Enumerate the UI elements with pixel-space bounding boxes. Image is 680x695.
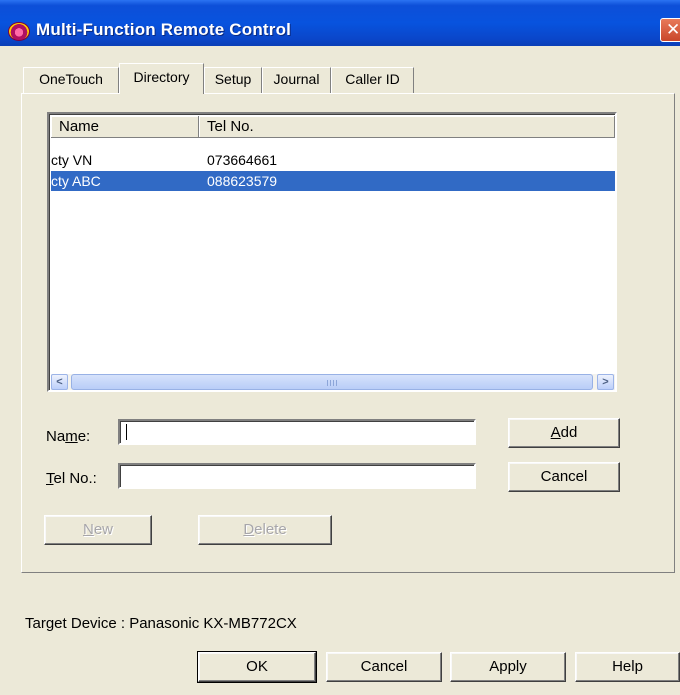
column-header-name[interactable]: Name — [51, 116, 199, 138]
delete-button[interactable]: Delete — [198, 515, 332, 545]
grip-icon — [327, 380, 339, 386]
column-header-tel[interactable]: Tel No. — [199, 116, 615, 138]
title-bar[interactable]: Multi-Function Remote Control ✕ — [0, 0, 680, 46]
tab-setup[interactable]: Setup — [204, 67, 262, 93]
tel-label: Tel No.: — [46, 470, 97, 487]
tab-onetouch[interactable]: OneTouch — [23, 67, 119, 93]
new-button[interactable]: New — [44, 515, 152, 545]
list-header: Name Tel No. — [51, 116, 615, 138]
row-name: cty ABC — [51, 173, 101, 189]
scroll-right-icon[interactable]: > — [597, 374, 614, 390]
horizontal-scrollbar[interactable]: < > — [51, 374, 615, 390]
row-tel: 073664661 — [207, 152, 278, 168]
name-label: Name: — [46, 428, 91, 445]
name-input[interactable] — [118, 419, 476, 445]
ok-button[interactable]: OK — [197, 651, 317, 683]
cancel-button[interactable]: Cancel — [326, 652, 442, 682]
text-caret — [126, 424, 127, 440]
window-title: Multi-Function Remote Control — [36, 20, 292, 39]
cancel-edit-button[interactable]: Cancel — [508, 462, 620, 492]
add-button[interactable]: Add — [508, 418, 620, 448]
row-name: cty VN — [51, 152, 93, 168]
target-device-label: Target Device : Panasonic KX-MB772CX — [25, 615, 297, 632]
tel-input[interactable] — [118, 463, 476, 489]
directory-list[interactable]: Name Tel No. cty VN 073664661 cty ABC 08… — [47, 112, 617, 392]
app-icon — [8, 22, 30, 41]
help-button[interactable]: Help — [575, 652, 680, 682]
tab-journal[interactable]: Journal — [262, 67, 331, 93]
row-tel: 088623579 — [207, 173, 278, 189]
tab-directory[interactable]: Directory — [119, 63, 204, 94]
scroll-thumb[interactable] — [71, 374, 593, 390]
list-item[interactable]: cty VN 073664661 — [51, 150, 615, 170]
close-icon[interactable]: ✕ — [660, 18, 680, 42]
list-item-selected[interactable]: cty ABC 088623579 — [51, 171, 615, 191]
apply-button[interactable]: Apply — [450, 652, 566, 682]
scroll-left-icon[interactable]: < — [51, 374, 68, 390]
tab-caller-id[interactable]: Caller ID — [331, 67, 414, 93]
